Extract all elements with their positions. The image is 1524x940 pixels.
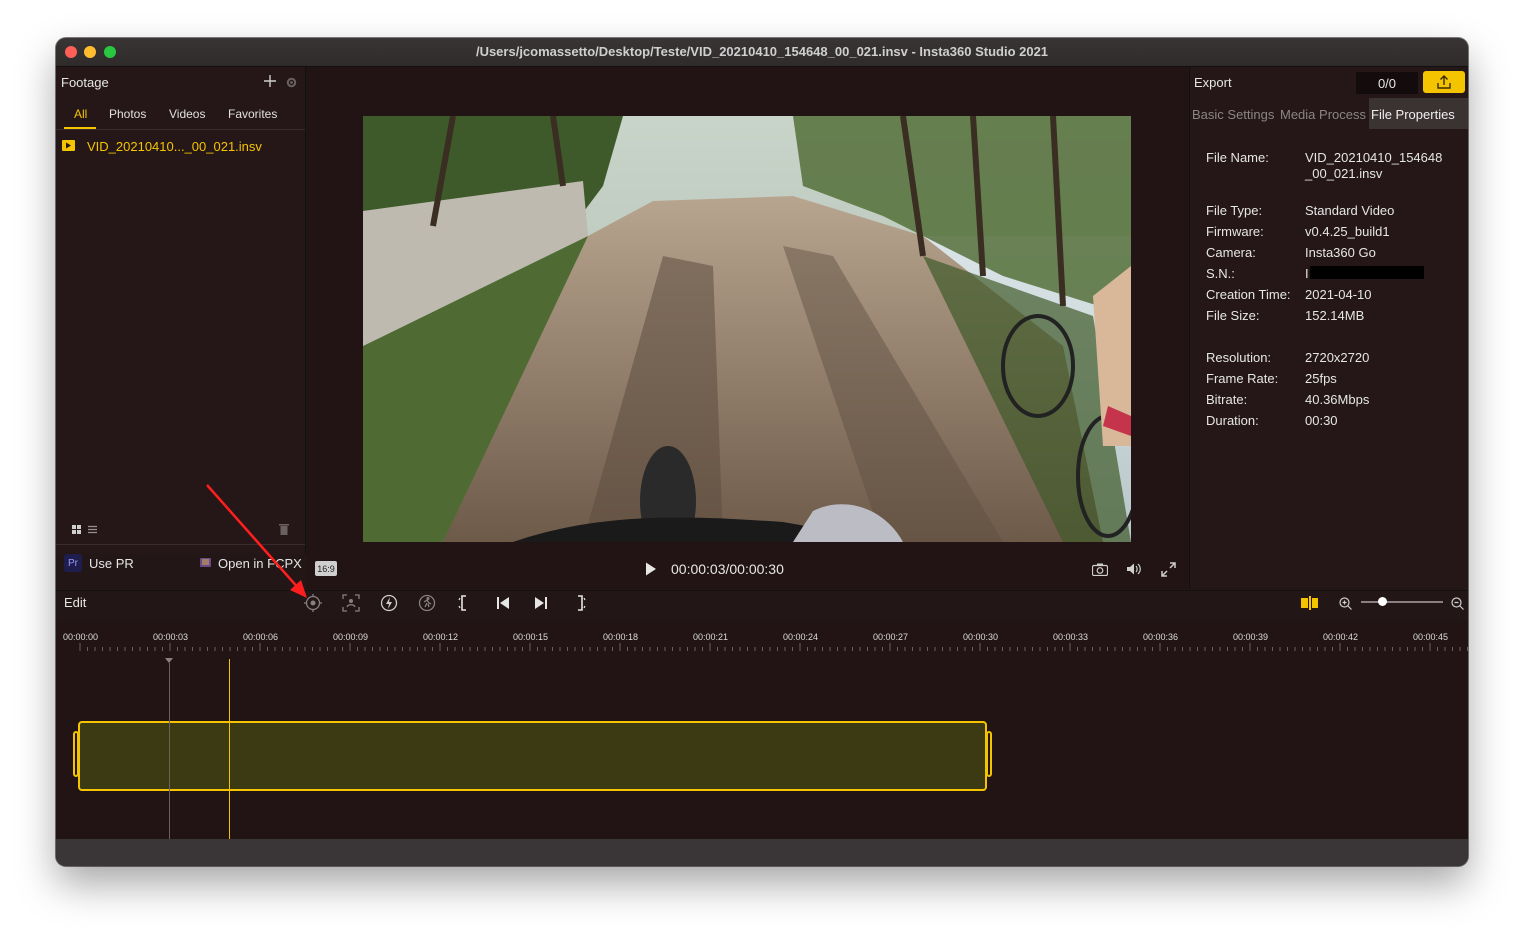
app-window: /Users/jcomassetto/Desktop/Teste/VID_202… (56, 38, 1468, 866)
aspect-ratio-badge[interactable]: 16:9 (315, 561, 337, 576)
motion-icon[interactable] (417, 593, 437, 613)
status-bar (56, 839, 1468, 866)
list-view-icon[interactable] (86, 523, 98, 535)
timeline-tick-label: 00:00:15 (513, 632, 549, 642)
timeline-tick-label: 00:00:39 (1233, 632, 1269, 642)
tab-favorites[interactable]: Favorites (228, 107, 277, 121)
file-size-value: 152.14MB (1305, 308, 1365, 323)
video-frame[interactable] (363, 116, 1131, 542)
export-panel (1189, 67, 1468, 589)
resolution-label: Resolution: (1206, 350, 1272, 365)
video-file-icon (62, 140, 75, 151)
playhead[interactable] (229, 659, 230, 839)
timeline-tick-label: 00:00:33 (1053, 632, 1089, 642)
timeline-tick-label: 00:00:03 (153, 632, 189, 642)
timeline-tick-label: 00:00:42 (1323, 632, 1359, 642)
tab-media-process[interactable]: Media Process (1280, 107, 1366, 122)
tabs-divider (56, 129, 305, 130)
tab-basic-settings[interactable]: Basic Settings (1192, 107, 1274, 122)
export-header: Export (1194, 75, 1232, 90)
bitrate-label: Bitrate: (1206, 392, 1248, 407)
timeline-tick-label: 00:00:21 (693, 632, 729, 642)
timeline-tick-label: 00:00:36 (1143, 632, 1179, 642)
split-view-icon[interactable] (1300, 594, 1320, 612)
edit-label: Edit (64, 595, 87, 610)
timeline-tick-label: 00:00:09 (333, 632, 369, 642)
camera-snapshot-icon[interactable] (1090, 560, 1110, 578)
sn-redaction (1310, 266, 1424, 279)
footage-header: Footage (61, 75, 109, 90)
clip-trim-right-handle[interactable] (986, 731, 992, 777)
edit-toolbar (56, 590, 1468, 621)
trim-end-icon[interactable] (569, 593, 589, 613)
skip-forward-icon[interactable] (531, 593, 551, 613)
fullscreen-icon[interactable] (1158, 560, 1178, 578)
tab-videos[interactable]: Videos (169, 107, 205, 121)
window-title: /Users/jcomassetto/Desktop/Teste/VID_202… (475, 44, 1049, 59)
play-icon[interactable] (643, 560, 659, 578)
sn-value: I (1305, 266, 1309, 281)
timeline-tick-label: 00:00:24 (783, 632, 819, 642)
firmware-label: Firmware: (1206, 224, 1264, 239)
file-type-value: Standard Video (1305, 203, 1395, 218)
zoom-out-icon[interactable] (1449, 595, 1465, 611)
grid-view-icon[interactable] (70, 523, 82, 535)
timeline-tick-label: 00:00:30 (963, 632, 999, 642)
trash-icon[interactable] (278, 522, 290, 536)
footage-bottom-divider (56, 544, 305, 545)
duration-label: Duration: (1206, 413, 1259, 428)
frame-rate-label: Frame Rate: (1206, 371, 1279, 386)
firmware-value: v0.4.25_build1 (1305, 224, 1390, 239)
tab-all[interactable]: All (74, 107, 87, 121)
timeline-tick-label: 00:00:18 (603, 632, 639, 642)
settings-gear-icon[interactable] (283, 74, 299, 90)
tab-file-properties[interactable]: File Properties (1371, 107, 1455, 122)
timeline-tick-label: 00:00:00 (63, 632, 99, 642)
creation-time-value: 2021-04-10 (1305, 287, 1372, 302)
sn-label: S.N.: (1206, 266, 1235, 281)
export-button[interactable] (1423, 71, 1465, 93)
use-pr-button[interactable]: Use PR (89, 556, 134, 571)
fcpx-icon (199, 556, 212, 569)
camera-value: Insta360 Go (1305, 245, 1376, 260)
zoom-slider[interactable] (1361, 601, 1443, 603)
export-counter: 0/0 (1356, 72, 1418, 94)
file-name-value-2: _00_021.insv (1305, 166, 1383, 181)
bitrate-value: 40.36Mbps (1305, 392, 1370, 407)
duration-value: 00:30 (1305, 413, 1338, 428)
file-name-label: File Name: (1206, 150, 1269, 165)
timeline-tick-label: 00:00:45 (1413, 632, 1449, 642)
file-type-label: File Type: (1206, 203, 1263, 218)
zoom-slider-knob[interactable] (1377, 597, 1387, 606)
footage-item[interactable]: VID_20210410..._00_021.insv (87, 139, 262, 154)
skip-back-icon[interactable] (493, 593, 513, 613)
frame-rate-value: 25fps (1305, 371, 1337, 386)
ruler-ticks (79, 643, 1468, 651)
speed-icon[interactable] (379, 593, 399, 613)
trim-start-icon[interactable] (455, 593, 475, 613)
hover-marker (165, 658, 173, 663)
volume-icon[interactable] (1124, 560, 1144, 578)
deep-track-icon[interactable] (341, 593, 361, 613)
file-size-label: File Size: (1206, 308, 1260, 323)
timeline-tick-label: 00:00:27 (873, 632, 909, 642)
zoom-in-icon[interactable] (1337, 595, 1353, 611)
camera-label: Camera: (1206, 245, 1256, 260)
timecode: 00:00:03/00:00:30 (671, 561, 784, 577)
title-bar: /Users/jcomassetto/Desktop/Teste/VID_202… (56, 38, 1468, 67)
target-track-icon[interactable] (303, 593, 323, 613)
video-clip[interactable] (78, 721, 987, 791)
timeline-tick-label: 00:00:12 (423, 632, 459, 642)
creation-time-label: Creation Time: (1206, 287, 1291, 302)
tab-photos[interactable]: Photos (109, 107, 146, 121)
add-icon[interactable] (261, 72, 279, 90)
premiere-icon[interactable]: Pr (64, 554, 82, 572)
timeline-tick-label: 00:00:06 (243, 632, 279, 642)
hover-line (169, 663, 170, 839)
file-name-value-1: VID_20210410_154648 (1305, 150, 1443, 165)
resolution-value: 2720x2720 (1305, 350, 1370, 365)
timeline[interactable]: 00:00:00 00:00:03 00:00:06 00:00:09 00:00:12… (56, 621, 1468, 839)
open-in-fcpx-button[interactable]: Open in FCPX (218, 556, 302, 571)
